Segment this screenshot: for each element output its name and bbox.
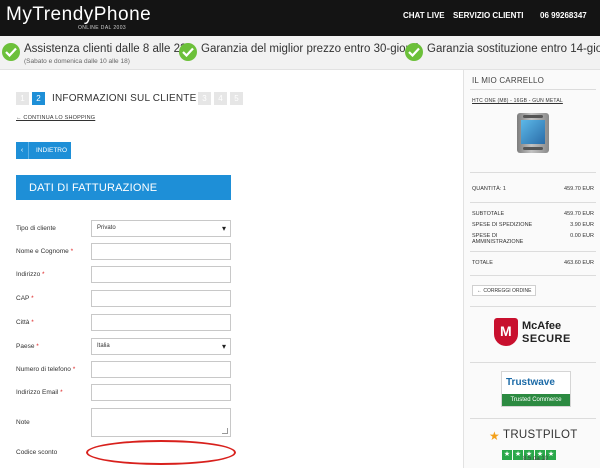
trustpilot-rating: 8.5 da 10: [523, 456, 549, 462]
cart-quantity-row: QUANTITÀ: 1 459.70 EUR: [472, 186, 596, 195]
subtotal-row: SUBTOTALE 459.70 EUR: [472, 211, 596, 220]
guarantee-text: Garanzia del miglior prezzo entro 30-gio…: [201, 43, 419, 55]
trustwave-badge[interactable]: Trustwave Trusted Commerce: [501, 371, 571, 407]
check-icon: [405, 43, 423, 61]
country-select[interactable]: Italia: [91, 338, 231, 355]
quantity-label: QUANTITÀ: 1: [472, 186, 506, 192]
divider: [470, 202, 596, 203]
city-label: Città *: [16, 319, 34, 326]
quantity-price: 459.70 EUR: [564, 186, 594, 192]
star-icon: ★: [489, 429, 500, 443]
top-header: MyTrendyPhone ONLINE DAL 2003 CHAT LIVE …: [0, 0, 600, 36]
arrow-left-icon: ←: [477, 288, 482, 294]
divider: [470, 172, 596, 173]
email-label: Indirizzo Email *: [16, 389, 63, 396]
check-icon: [2, 43, 20, 61]
phone-field[interactable]: [91, 361, 231, 378]
shipping-label: SPESE DI SPEDIZIONE: [472, 222, 533, 228]
address-label: Indirizzo *: [16, 271, 45, 278]
notes-label: Note: [16, 419, 30, 426]
mcafee-name: McAfee: [522, 320, 562, 332]
step-4: 4: [214, 92, 227, 105]
customer-type-select[interactable]: Privato: [91, 220, 231, 237]
back-button-label: INDIETRO: [36, 147, 68, 154]
mcafee-shield-icon: M: [494, 318, 518, 346]
total-row: TOTALE 463.60 EUR: [472, 260, 596, 269]
trustpilot-badge[interactable]: ★ TRUSTPILOT ★ ★ ★ ★ ★ 8.5 da 10: [489, 428, 579, 468]
rating-stars: ★ ★ ★ ★ ★: [502, 443, 557, 460]
discount-code-label: Codice sconto: [16, 449, 58, 456]
address-field[interactable]: [91, 266, 231, 283]
trustwave-name: Trustwave: [506, 377, 555, 388]
divider: [470, 418, 596, 419]
phone-label: Numero di telefono *: [16, 366, 76, 373]
trustpilot-name: TRUSTPILOT: [503, 429, 578, 441]
billing-section-title: DATI DI FATTURAZIONE: [16, 175, 231, 200]
cart-sidebar: IL MIO CARRELLO HTC ONE (M8) - 16GB - GU…: [463, 70, 600, 468]
divider: [470, 362, 596, 363]
postcode-label: CAP *: [16, 295, 34, 302]
admin-fee-row: SPESE DI AMMINISTRAZIONE 0.00 EUR: [472, 233, 596, 245]
postcode-field[interactable]: [91, 290, 231, 307]
back-button[interactable]: ‹ INDIETRO: [16, 142, 71, 159]
divider: [470, 306, 596, 307]
highlight-ellipse: [86, 440, 236, 465]
total-label: TOTALE: [472, 260, 493, 266]
full-name-label: Nome e Cognome *: [16, 248, 74, 255]
star-icon: ★: [513, 450, 523, 460]
guarantee-text: Garanzia sostituzione entro 14-giorni: [427, 43, 600, 55]
cart-title: IL MIO CARRELLO: [472, 76, 545, 85]
star-icon: ★: [502, 450, 512, 460]
shipping-value: 3.90 EUR: [570, 222, 594, 228]
cart-product-link[interactable]: HTC ONE (M8) - 16GB - GUN METAL: [472, 98, 563, 104]
step-5: 5: [230, 92, 243, 105]
mcafee-secure: SECURE: [522, 333, 571, 345]
guarantee-subtext: (Sabato e domenica dalle 10 alle 18): [24, 58, 130, 65]
total-value: 463.60 EUR: [564, 260, 594, 266]
continue-shopping-link[interactable]: ← CONTINUA LO SHOPPING: [16, 115, 95, 121]
edit-order-button[interactable]: ← CORREGGI ORDINE: [472, 285, 537, 296]
step-2-active: 2: [32, 92, 45, 105]
admin-fee-value: 0.00 EUR: [570, 233, 594, 239]
full-name-field[interactable]: [91, 243, 231, 260]
site-logo[interactable]: MyTrendyPhone: [6, 4, 151, 26]
nav-customer-service[interactable]: SERVIZIO CLIENTI: [453, 11, 524, 20]
divider: [470, 89, 596, 90]
check-icon: [179, 43, 197, 61]
divider: [470, 251, 596, 252]
logo-tagline: ONLINE DAL 2003: [78, 25, 127, 31]
email-field[interactable]: [91, 384, 231, 401]
mcafee-secure-badge[interactable]: M McAfee SECURE: [494, 318, 574, 352]
subtotal-label: SUBTOTALE: [472, 211, 505, 217]
guarantee-text: Assistenza clienti dalle 8 alle 22: [24, 43, 187, 55]
divider: [470, 275, 596, 276]
step-1[interactable]: 1: [16, 92, 29, 105]
nav-phone-number[interactable]: 06 99268347: [540, 11, 587, 20]
trustwave-subtitle: Trusted Commerce: [502, 394, 570, 406]
nav-chat-live[interactable]: CHAT LIVE: [403, 11, 445, 20]
admin-fee-label: SPESE DI AMMINISTRAZIONE: [472, 233, 524, 245]
guarantee-bar: Assistenza clienti dalle 8 alle 22 (Saba…: [0, 36, 600, 70]
city-field[interactable]: [91, 314, 231, 331]
shipping-row: SPESE DI SPEDIZIONE 3.90 EUR: [472, 222, 596, 231]
step-title: INFORMAZIONI SUL CLIENTE: [52, 93, 197, 104]
subtotal-value: 459.70 EUR: [564, 211, 594, 217]
chevron-left-icon: ‹: [16, 142, 29, 159]
step-3: 3: [198, 92, 211, 105]
country-label: Paese *: [16, 343, 39, 350]
customer-type-label: Tipo di cliente: [16, 225, 56, 232]
product-image: [517, 113, 549, 153]
notes-textarea[interactable]: [91, 408, 231, 437]
